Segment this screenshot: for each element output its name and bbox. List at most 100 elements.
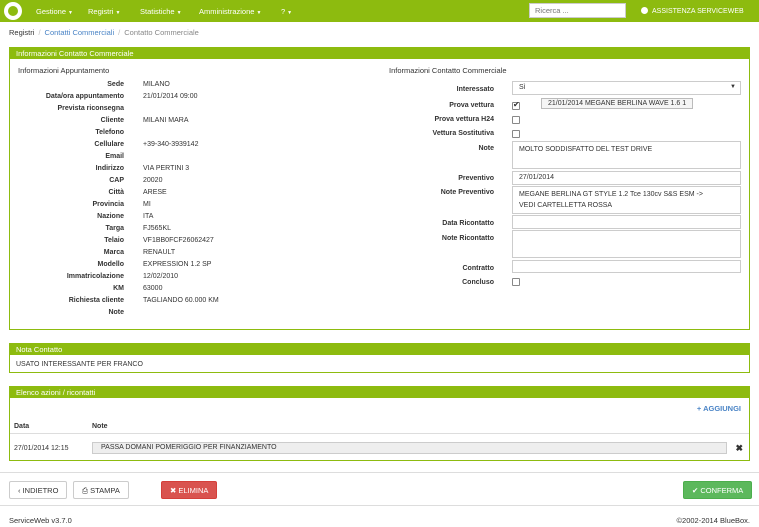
nav-amministrazione-label: Amministrazione (199, 7, 255, 16)
vettura-sostitutiva-label: Vettura Sostitutiva (432, 130, 494, 137)
nav-amministrazione[interactable]: Amministrazione ▼ (199, 7, 261, 16)
back-button-label: INDIETRO (22, 486, 59, 495)
appointment-label: Provincia (92, 201, 124, 208)
user-menu[interactable]: ASSISTENZA SERVICEWEB (641, 7, 744, 15)
appointment-label: Marca (103, 249, 124, 256)
nav-registri-label: Registri (88, 7, 114, 16)
appointment-row: Cellulare +39-340-3939142 (10, 141, 310, 153)
appointment-label: Targa (105, 225, 124, 232)
breadcrumb-link-contatti[interactable]: Contatti Commerciali (45, 28, 115, 37)
data-ricontatto-input[interactable] (512, 215, 741, 229)
contact-info-panel: Informazioni Contatto Commerciale Inform… (9, 47, 750, 330)
appointment-row: Telaio VF1BB0FCF26062427 (10, 237, 310, 249)
appointment-value: 12/02/2010 (143, 273, 179, 280)
user-icon (641, 7, 648, 14)
row-note-field[interactable]: PASSA DOMANI POMERIGGIO PER FINANZIAMENT… (92, 442, 727, 454)
appointment-label: Immatricolazione (66, 273, 124, 280)
contact-section-title: Informazioni Contatto Commerciale (389, 66, 507, 75)
caret-down-icon: ▼ (115, 10, 121, 16)
contratto-input[interactable] (512, 260, 741, 273)
panel-title: Informazioni Contatto Commerciale (10, 48, 749, 59)
note-ricontatto-label: Note Ricontatto (441, 235, 494, 242)
appointment-row: Prevista riconsegna (10, 105, 310, 117)
appointment-row: Data/ora appuntamento 21/01/2014 09:00 (10, 93, 310, 105)
appointment-row: Indirizzo VIA PERTINI 3 (10, 165, 310, 177)
delete-row-icon[interactable]: ✖ (735, 443, 743, 454)
note-preventivo-textarea[interactable]: MEGANE BERLINA GT STYLE 1.2 Tce 130cv S&… (512, 186, 741, 214)
user-name: ASSISTENZA SERVICEWEB (652, 8, 744, 15)
breadcrumb-root: Registri (9, 28, 35, 37)
appointment-label: Telaio (104, 237, 124, 244)
nav-help[interactable]: ? ▼ (281, 7, 292, 16)
concluso-label: Concluso (462, 279, 494, 286)
appointment-value: ARESE (143, 189, 167, 196)
search-input[interactable] (529, 3, 626, 18)
confirm-button-label: CONFERMA (700, 486, 744, 495)
appointment-value: 63000 (143, 285, 163, 292)
top-navbar: Gestione ▼ Registri ▼ Statistiche ▼ Amminis… (0, 0, 759, 22)
contratto-label: Contratto (462, 265, 495, 272)
interessato-select[interactable]: Sì ▼ (512, 81, 741, 95)
appointment-value: 21/01/2014 09:00 (143, 93, 198, 100)
preventivo-label: Preventivo (458, 175, 494, 182)
appointment-value: VF1BB0FCF26062427 (143, 237, 214, 244)
nav-gestione[interactable]: Gestione ▼ (36, 7, 73, 16)
note-preventivo-line: VEDI CARTELLETTA ROSSA (519, 202, 613, 209)
app-logo-icon[interactable] (4, 2, 22, 20)
nav-statistiche[interactable]: Statistiche ▼ (140, 7, 182, 16)
confirm-button[interactable]: ✔ CONFERMA (683, 481, 753, 499)
chevron-left-icon: ‹ (18, 486, 21, 495)
row-date: 27/01/2014 12:15 (14, 445, 69, 452)
appointment-row: Marca RENAULT (10, 249, 310, 261)
nav-statistiche-label: Statistiche (140, 7, 175, 16)
appointment-label: Sede (107, 81, 124, 88)
copyright-text: ©2002-2014 BlueBox. (676, 516, 751, 525)
panel-title: Nota Contatto (10, 344, 749, 355)
prova-vettura-tag: 21/01/2014 MEGANE BERLINA WAVE 1.6 1 (541, 98, 694, 109)
check-icon: ✔ (692, 486, 699, 495)
azioni-panel: Elenco azioni / ricontatti + AGGIUNGI Da… (9, 386, 750, 461)
print-button[interactable]: ⎙ STAMPA (73, 481, 129, 499)
table-header: Data Note (10, 418, 749, 434)
appointment-value: RENAULT (143, 249, 176, 256)
nav-help-label: ? (281, 7, 286, 16)
nav-registri[interactable]: Registri ▼ (88, 7, 120, 16)
preventivo-input[interactable]: 27/01/2014 (512, 171, 741, 185)
prova-vettura-label: Prova vettura (449, 102, 494, 109)
appointment-row: Immatricolazione 12/02/2010 (10, 273, 310, 285)
appointment-value: MILANO (143, 81, 170, 88)
prova-h24-checkbox[interactable] (512, 116, 520, 124)
appointment-label: Data/ora appuntamento (45, 93, 124, 100)
concluso-checkbox[interactable] (512, 278, 520, 286)
back-button[interactable]: ‹ INDIETRO (9, 481, 68, 499)
appointment-value: ITA (143, 213, 154, 220)
panel-title: Elenco azioni / ricontatti (10, 387, 749, 398)
appointment-row: Nazione ITA (10, 213, 310, 225)
caret-down-icon: ▼ (68, 10, 73, 16)
breadcrumb-separator: / (38, 28, 41, 37)
note-textarea[interactable]: MOLTO SODDISFATTO DEL TEST DRIVE (512, 141, 741, 169)
appointment-value: 20020 (143, 177, 163, 184)
appointment-value: MI (143, 201, 151, 208)
note-ricontatto-textarea[interactable] (512, 230, 741, 258)
appointment-value: EXPRESSION 1.2 SP (143, 261, 212, 268)
appointment-row: Targa FJ565KL (10, 225, 310, 237)
vettura-sostitutiva-checkbox[interactable] (512, 130, 520, 138)
breadcrumb-separator: / (118, 28, 121, 37)
delete-button-label: ELIMINA (178, 486, 209, 495)
appointment-row: Richiesta cliente TAGLIANDO 60.000 KM (10, 297, 310, 309)
prova-vettura-checkbox[interactable] (512, 100, 520, 110)
nota-contatto-text: USATO INTERESSANTE PER FRANCO (16, 361, 143, 368)
appointment-row: Cliente MILANI MARA (10, 117, 310, 129)
appointment-label: KM (113, 285, 124, 292)
appointment-value: MILANI MARA (143, 117, 189, 124)
interessato-value: Sì (519, 84, 526, 91)
appointment-row: KM 63000 (10, 285, 310, 297)
delete-button[interactable]: ✖ ELIMINA (161, 481, 218, 499)
print-icon: ⎙ (82, 486, 88, 495)
prova-h24-label: Prova vettura H24 (434, 116, 494, 123)
note-label: Note (478, 145, 494, 152)
appointment-value: VIA PERTINI 3 (143, 165, 190, 172)
add-action-button[interactable]: + AGGIUNGI (697, 404, 741, 413)
appointment-row: Città ARESE (10, 189, 310, 201)
